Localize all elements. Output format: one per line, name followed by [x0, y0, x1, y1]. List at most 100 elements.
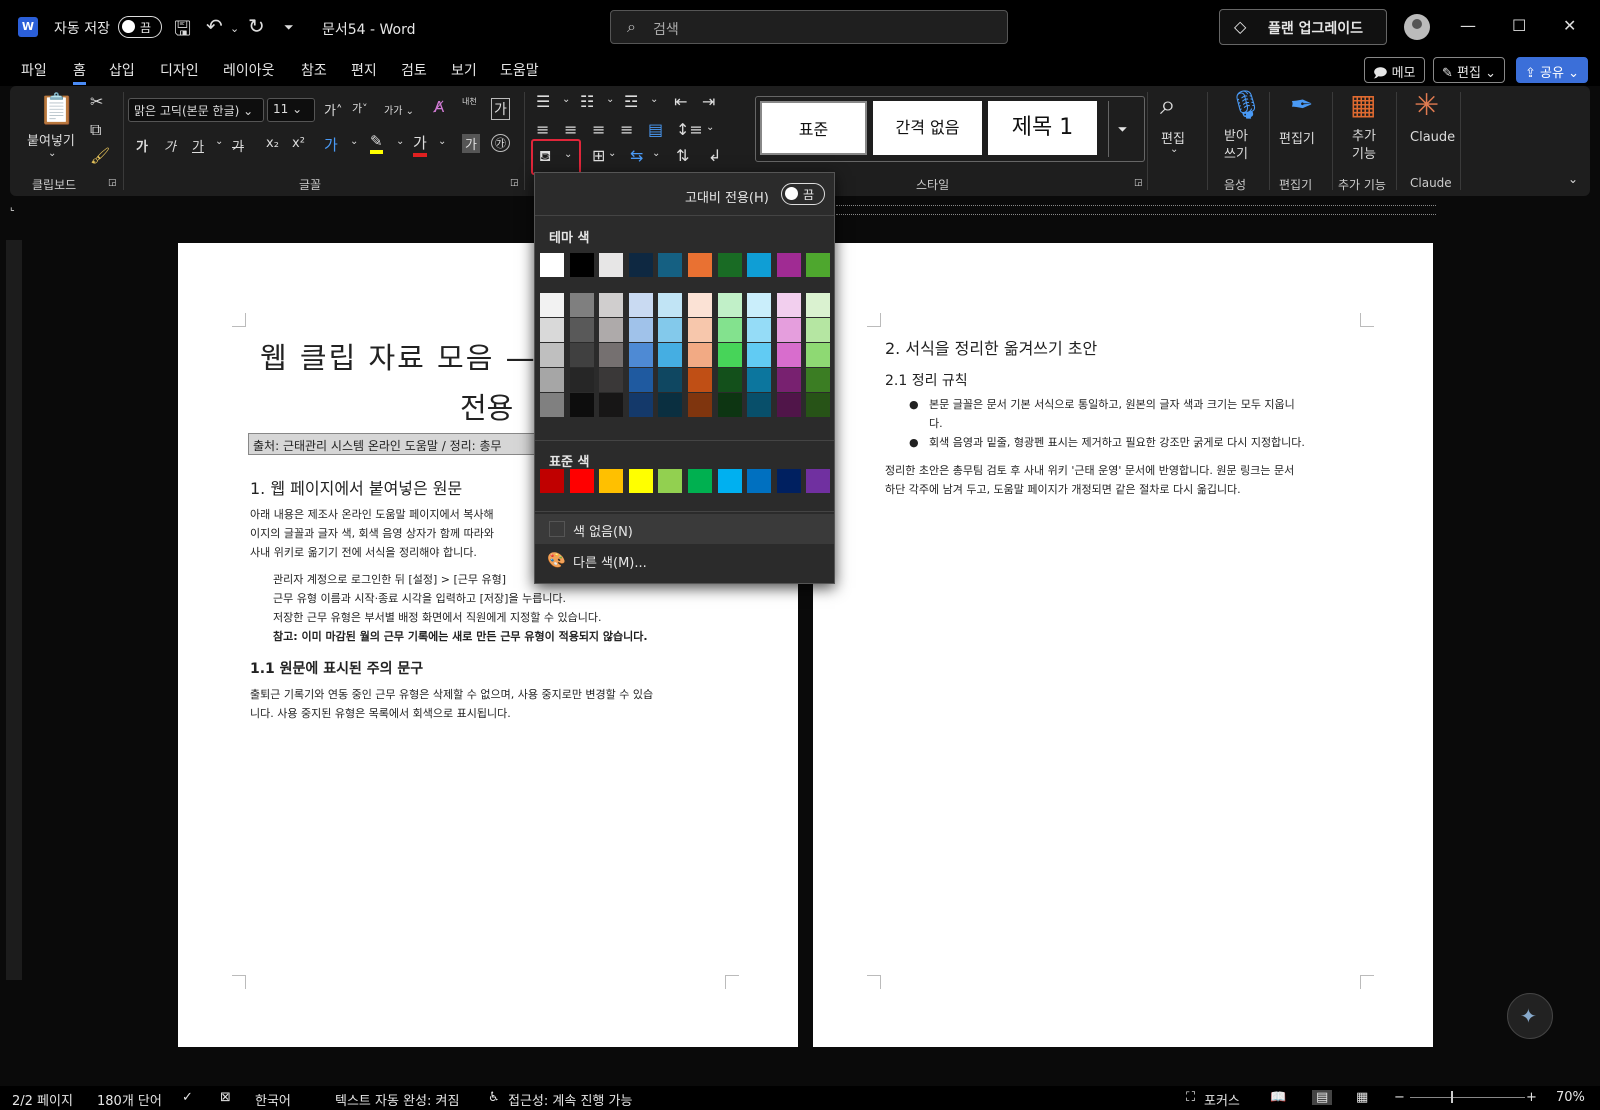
focus-button[interactable]: 포커스 [1204, 1090, 1240, 1109]
asian-layout-icon[interactable]: ⇆ [630, 146, 643, 165]
theme-shade-swatch[interactable] [747, 293, 772, 317]
theme-shade-swatch[interactable] [540, 393, 564, 417]
underline-dropdown-icon[interactable]: ⌄ [215, 136, 223, 147]
no-color-option[interactable]: 색 없음(N) [535, 514, 834, 544]
change-case-icon[interactable]: 가가 ⌄ [384, 102, 414, 117]
standard-color-swatch[interactable] [776, 469, 801, 493]
theme-shade-swatch[interactable] [747, 393, 772, 417]
bold-button[interactable]: 가 [136, 136, 148, 155]
theme-shade-swatch[interactable] [776, 318, 801, 342]
theme-shade-swatch[interactable] [806, 368, 831, 392]
character-shading-icon[interactable]: 가 [462, 134, 480, 153]
zoom-out-icon[interactable]: − [1394, 1090, 1405, 1105]
borders-icon[interactable]: ⊞ [592, 146, 605, 165]
style-normal[interactable]: 표준 [760, 101, 867, 155]
justify-icon[interactable]: ≡ [620, 120, 633, 139]
accessibility-status[interactable]: 접근성: 계속 진행 가능 [508, 1090, 632, 1109]
theme-shade-swatch[interactable] [540, 343, 564, 367]
decrease-indent-icon[interactable]: ⇤ [674, 92, 687, 111]
more-colors-option[interactable]: 🎨 다른 색(M)... [535, 545, 834, 575]
claude-button[interactable]: Claude [1410, 130, 1455, 145]
numbering-dropdown-icon[interactable]: ⌄ [606, 94, 614, 105]
theme-shade-swatch[interactable] [540, 293, 564, 317]
editing-mode-button[interactable]: ✎ 편집 ⌄ [1433, 57, 1505, 83]
numbering-icon[interactable]: ☷ [580, 92, 594, 111]
font-size-box[interactable]: 11 ⌄ [267, 98, 315, 122]
cut-icon[interactable]: ✂ [90, 92, 103, 111]
align-left-icon[interactable]: ≡ [536, 120, 549, 139]
theme-shade-swatch[interactable] [776, 368, 801, 392]
theme-color-swatch[interactable] [776, 253, 801, 277]
maximize-icon[interactable]: ☐ [1512, 16, 1526, 35]
undo-icon[interactable]: ↶ [206, 14, 223, 38]
theme-color-swatch[interactable] [569, 253, 594, 277]
theme-shade-swatch[interactable] [717, 293, 742, 317]
print-layout-icon[interactable]: ▤ [1312, 1090, 1333, 1105]
tab-references[interactable]: 참조 [301, 60, 327, 80]
minimize-icon[interactable]: — [1460, 16, 1476, 35]
tab-layout[interactable]: 레이아웃 [223, 60, 275, 80]
avatar[interactable] [1404, 14, 1430, 40]
theme-shade-swatch[interactable] [569, 393, 594, 417]
paste-button[interactable]: 붙여넣기 [27, 130, 75, 149]
font-launcher-icon[interactable]: ◲ [510, 178, 519, 188]
zoom-in-icon[interactable]: + [1526, 1090, 1537, 1105]
close-icon[interactable]: ✕ [1563, 16, 1576, 35]
theme-shade-swatch[interactable] [747, 318, 772, 342]
redo-icon[interactable]: ↻ [248, 14, 265, 38]
style-heading1[interactable]: 제목 1 [988, 101, 1097, 155]
text-autocomplete-status[interactable]: 텍스트 자동 완성: 켜짐 [335, 1090, 459, 1109]
phonetic-guide-icon[interactable]: 내천 [462, 96, 477, 107]
theme-color-swatch[interactable] [628, 253, 653, 277]
theme-shade-swatch[interactable] [599, 368, 624, 392]
standard-color-swatch[interactable] [658, 469, 683, 493]
theme-shade-swatch[interactable] [688, 318, 712, 342]
standard-color-swatch[interactable] [569, 469, 594, 493]
theme-color-swatch[interactable] [688, 253, 712, 277]
page-count[interactable]: 2/2 페이지 [12, 1090, 73, 1109]
styles-launcher-icon[interactable]: ◲ [1134, 178, 1143, 188]
theme-color-swatch[interactable] [806, 253, 831, 277]
italic-button[interactable]: 가 [164, 136, 176, 155]
copilot-button[interactable]: ✦ [1507, 993, 1553, 1039]
theme-shade-swatch[interactable] [658, 343, 683, 367]
theme-shade-swatch[interactable] [776, 293, 801, 317]
share-button[interactable]: ⇪ 공유 ⌄ [1516, 57, 1588, 83]
standard-color-swatch[interactable] [628, 469, 653, 493]
styles-more-button[interactable]: ⏷ [1108, 101, 1136, 157]
show-marks-icon[interactable]: ↲ [708, 146, 721, 165]
grow-font-icon[interactable]: 가˄ [324, 100, 342, 119]
font-color-icon[interactable]: 가 [413, 132, 427, 157]
clear-formatting-icon[interactable]: A̸ [434, 98, 444, 116]
theme-shade-swatch[interactable] [628, 393, 653, 417]
web-layout-icon[interactable]: ▦ [1356, 1090, 1368, 1105]
zoom-slider[interactable] [1410, 1097, 1525, 1098]
borders-dropdown-icon[interactable]: ⌄ [608, 148, 616, 159]
theme-shade-swatch[interactable] [717, 318, 742, 342]
subscript-button[interactable]: x₂ [266, 136, 279, 151]
theme-shade-swatch[interactable] [806, 393, 831, 417]
increase-indent-icon[interactable]: ⇥ [702, 92, 715, 111]
standard-color-swatch[interactable] [599, 469, 624, 493]
undo-dropdown-icon[interactable]: ⌄ [230, 22, 239, 35]
tab-view[interactable]: 보기 [451, 60, 477, 80]
theme-shade-swatch[interactable] [658, 368, 683, 392]
font-color-dropdown-icon[interactable]: ⌄ [438, 136, 446, 147]
memo-button[interactable]: 🗩 메모 [1364, 57, 1425, 83]
shading-button[interactable]: ⛾ ⌄ [531, 139, 581, 175]
tab-help[interactable]: 도움말 [500, 60, 539, 80]
autosave-toggle[interactable]: 끔 [118, 16, 162, 38]
track-changes-icon[interactable]: ⊠ [220, 1090, 231, 1105]
distributed-icon[interactable]: ▤ [648, 120, 663, 139]
theme-color-swatch[interactable] [658, 253, 683, 277]
font-name-box[interactable]: 맑은 고딕(본문 한글) ⌄ [128, 98, 264, 122]
search-box[interactable]: ⌕ 검색 [610, 10, 1008, 44]
upgrade-button[interactable]: ◇ 플랜 업그레이드 [1219, 9, 1387, 45]
sort-icon[interactable]: ⇅ [676, 146, 689, 165]
tab-design[interactable]: 디자인 [160, 60, 199, 80]
theme-color-swatch[interactable] [747, 253, 772, 277]
theme-shade-swatch[interactable] [717, 368, 742, 392]
theme-shade-swatch[interactable] [806, 293, 831, 317]
tab-review[interactable]: 검토 [401, 60, 427, 80]
bullets-dropdown-icon[interactable]: ⌄ [562, 94, 570, 105]
